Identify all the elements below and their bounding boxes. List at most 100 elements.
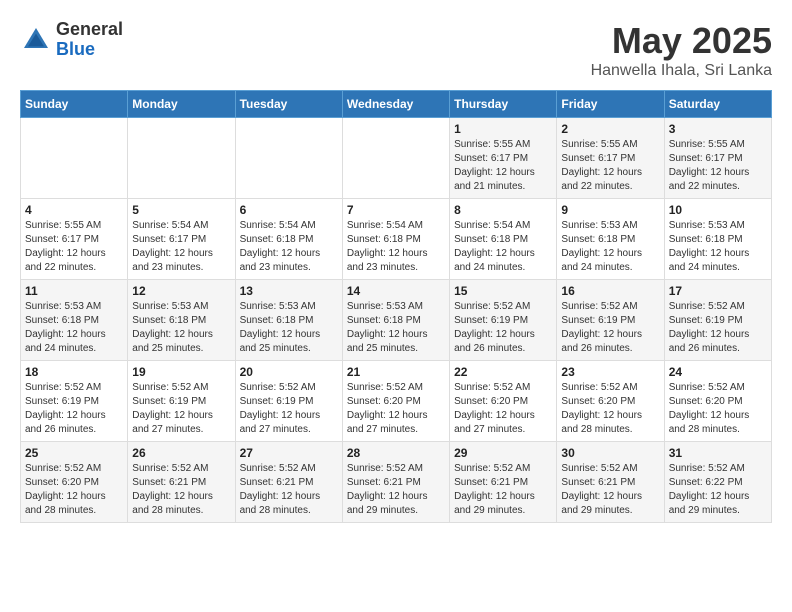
day-info: Sunrise: 5:52 AM Sunset: 6:19 PM Dayligh… <box>669 300 767 356</box>
day-cell <box>21 118 128 199</box>
day-info: Sunrise: 5:52 AM Sunset: 6:21 PM Dayligh… <box>240 462 338 518</box>
header-monday: Monday <box>128 91 235 118</box>
day-number: 4 <box>25 203 123 217</box>
header-sunday: Sunday <box>21 91 128 118</box>
logo-text: General Blue <box>56 20 123 60</box>
day-number: 25 <box>25 446 123 460</box>
logo-icon <box>20 24 52 56</box>
day-cell: 12 Sunrise: 5:53 AM Sunset: 6:18 PM Dayli… <box>128 280 235 361</box>
day-info: Sunrise: 5:52 AM Sunset: 6:19 PM Dayligh… <box>132 381 230 437</box>
day-cell: 10Sunrise: 5:53 AM Sunset: 6:18 PM Dayli… <box>664 199 771 280</box>
day-number: 11 <box>25 284 123 298</box>
day-cell: 24 Sunrise: 5:52 AM Sunset: 6:20 PM Dayli… <box>664 361 771 442</box>
day-info: Sunrise: 5:53 AM Sunset: 6:18 PM Dayligh… <box>561 219 659 275</box>
day-cell: 14 Sunrise: 5:53 AM Sunset: 6:18 PM Dayli… <box>342 280 449 361</box>
day-cell <box>342 118 449 199</box>
day-info: Sunrise: 5:52 AM Sunset: 6:20 PM Dayligh… <box>454 381 552 437</box>
day-info: Sunrise: 5:52 AM Sunset: 6:19 PM Dayligh… <box>25 381 123 437</box>
header-row: SundayMondayTuesdayWednesdayThursdayFrid… <box>21 91 772 118</box>
day-info: Sunrise: 5:54 AM Sunset: 6:18 PM Dayligh… <box>240 219 338 275</box>
day-info: Sunrise: 5:52 AM Sunset: 6:21 PM Dayligh… <box>454 462 552 518</box>
day-info: Sunrise: 5:55 AM Sunset: 6:17 PM Dayligh… <box>25 219 123 275</box>
day-number: 12 <box>132 284 230 298</box>
day-cell: 7 Sunrise: 5:54 AM Sunset: 6:18 PM Daylig… <box>342 199 449 280</box>
day-number: 19 <box>132 365 230 379</box>
day-number: 6 <box>240 203 338 217</box>
logo-blue-text: Blue <box>56 40 123 60</box>
day-number: 16 <box>561 284 659 298</box>
day-info: Sunrise: 5:52 AM Sunset: 6:21 PM Dayligh… <box>132 462 230 518</box>
day-number: 20 <box>240 365 338 379</box>
day-cell: 13Sunrise: 5:53 AM Sunset: 6:18 PM Dayli… <box>235 280 342 361</box>
day-cell: 23 Sunrise: 5:52 AM Sunset: 6:20 PM Dayli… <box>557 361 664 442</box>
day-info: Sunrise: 5:52 AM Sunset: 6:19 PM Dayligh… <box>561 300 659 356</box>
day-number: 8 <box>454 203 552 217</box>
day-cell: 8 Sunrise: 5:54 AM Sunset: 6:18 PM Daylig… <box>450 199 557 280</box>
day-number: 24 <box>669 365 767 379</box>
day-number: 17 <box>669 284 767 298</box>
day-cell: 15Sunrise: 5:52 AM Sunset: 6:19 PM Dayli… <box>450 280 557 361</box>
day-info: Sunrise: 5:53 AM Sunset: 6:18 PM Dayligh… <box>669 219 767 275</box>
day-cell: 6 Sunrise: 5:54 AM Sunset: 6:18 PM Daylig… <box>235 199 342 280</box>
calendar-header: SundayMondayTuesdayWednesdayThursdayFrid… <box>21 91 772 118</box>
day-number: 7 <box>347 203 445 217</box>
header-friday: Friday <box>557 91 664 118</box>
day-cell: 29Sunrise: 5:52 AM Sunset: 6:21 PM Dayli… <box>450 442 557 523</box>
day-cell: 3 Sunrise: 5:55 AM Sunset: 6:17 PM Daylig… <box>664 118 771 199</box>
day-info: Sunrise: 5:52 AM Sunset: 6:19 PM Dayligh… <box>454 300 552 356</box>
day-cell: 27Sunrise: 5:52 AM Sunset: 6:21 PM Dayli… <box>235 442 342 523</box>
header-wednesday: Wednesday <box>342 91 449 118</box>
day-cell: 4 Sunrise: 5:55 AM Sunset: 6:17 PM Daylig… <box>21 199 128 280</box>
day-info: Sunrise: 5:53 AM Sunset: 6:18 PM Dayligh… <box>347 300 445 356</box>
day-cell: 19 Sunrise: 5:52 AM Sunset: 6:19 PM Dayli… <box>128 361 235 442</box>
day-number: 28 <box>347 446 445 460</box>
day-cell: 22 Sunrise: 5:52 AM Sunset: 6:20 PM Dayli… <box>450 361 557 442</box>
calendar-body: 1Sunrise: 5:55 AM Sunset: 6:17 PM Daylig… <box>21 118 772 523</box>
day-cell: 26Sunrise: 5:52 AM Sunset: 6:21 PM Dayli… <box>128 442 235 523</box>
day-cell <box>235 118 342 199</box>
day-cell: 28 Sunrise: 5:52 AM Sunset: 6:21 PM Dayli… <box>342 442 449 523</box>
day-number: 22 <box>454 365 552 379</box>
day-info: Sunrise: 5:53 AM Sunset: 6:18 PM Dayligh… <box>132 300 230 356</box>
day-cell: 9 Sunrise: 5:53 AM Sunset: 6:18 PM Daylig… <box>557 199 664 280</box>
day-info: Sunrise: 5:52 AM Sunset: 6:21 PM Dayligh… <box>347 462 445 518</box>
day-number: 3 <box>669 122 767 136</box>
day-info: Sunrise: 5:54 AM Sunset: 6:17 PM Dayligh… <box>132 219 230 275</box>
day-info: Sunrise: 5:54 AM Sunset: 6:18 PM Dayligh… <box>454 219 552 275</box>
day-cell: 30 Sunrise: 5:52 AM Sunset: 6:21 PM Dayli… <box>557 442 664 523</box>
day-info: Sunrise: 5:52 AM Sunset: 6:21 PM Dayligh… <box>561 462 659 518</box>
week-row-4: 25 Sunrise: 5:52 AM Sunset: 6:20 PM Dayli… <box>21 442 772 523</box>
header-saturday: Saturday <box>664 91 771 118</box>
week-row-2: 11 Sunrise: 5:53 AM Sunset: 6:18 PM Dayli… <box>21 280 772 361</box>
day-cell: 1Sunrise: 5:55 AM Sunset: 6:17 PM Daylig… <box>450 118 557 199</box>
day-info: Sunrise: 5:54 AM Sunset: 6:18 PM Dayligh… <box>347 219 445 275</box>
day-number: 30 <box>561 446 659 460</box>
day-cell: 2Sunrise: 5:55 AM Sunset: 6:17 PM Daylig… <box>557 118 664 199</box>
day-cell <box>128 118 235 199</box>
day-number: 9 <box>561 203 659 217</box>
week-row-1: 4 Sunrise: 5:55 AM Sunset: 6:17 PM Daylig… <box>21 199 772 280</box>
header-tuesday: Tuesday <box>235 91 342 118</box>
day-number: 14 <box>347 284 445 298</box>
day-info: Sunrise: 5:52 AM Sunset: 6:20 PM Dayligh… <box>347 381 445 437</box>
day-info: Sunrise: 5:52 AM Sunset: 6:19 PM Dayligh… <box>240 381 338 437</box>
day-info: Sunrise: 5:52 AM Sunset: 6:20 PM Dayligh… <box>25 462 123 518</box>
week-row-0: 1Sunrise: 5:55 AM Sunset: 6:17 PM Daylig… <box>21 118 772 199</box>
day-number: 18 <box>25 365 123 379</box>
day-info: Sunrise: 5:53 AM Sunset: 6:18 PM Dayligh… <box>25 300 123 356</box>
day-info: Sunrise: 5:52 AM Sunset: 6:20 PM Dayligh… <box>561 381 659 437</box>
main-title: May 2025 <box>591 20 772 62</box>
day-number: 21 <box>347 365 445 379</box>
day-cell: 5Sunrise: 5:54 AM Sunset: 6:17 PM Daylig… <box>128 199 235 280</box>
calendar-table: SundayMondayTuesdayWednesdayThursdayFrid… <box>20 90 772 523</box>
day-cell: 31Sunrise: 5:52 AM Sunset: 6:22 PM Dayli… <box>664 442 771 523</box>
day-cell: 20 Sunrise: 5:52 AM Sunset: 6:19 PM Dayli… <box>235 361 342 442</box>
title-area: May 2025 Hanwella Ihala, Sri Lanka <box>591 20 772 80</box>
day-info: Sunrise: 5:52 AM Sunset: 6:20 PM Dayligh… <box>669 381 767 437</box>
week-row-3: 18 Sunrise: 5:52 AM Sunset: 6:19 PM Dayli… <box>21 361 772 442</box>
day-number: 13 <box>240 284 338 298</box>
day-info: Sunrise: 5:55 AM Sunset: 6:17 PM Dayligh… <box>669 138 767 194</box>
day-number: 31 <box>669 446 767 460</box>
day-number: 23 <box>561 365 659 379</box>
day-cell: 11 Sunrise: 5:53 AM Sunset: 6:18 PM Dayli… <box>21 280 128 361</box>
